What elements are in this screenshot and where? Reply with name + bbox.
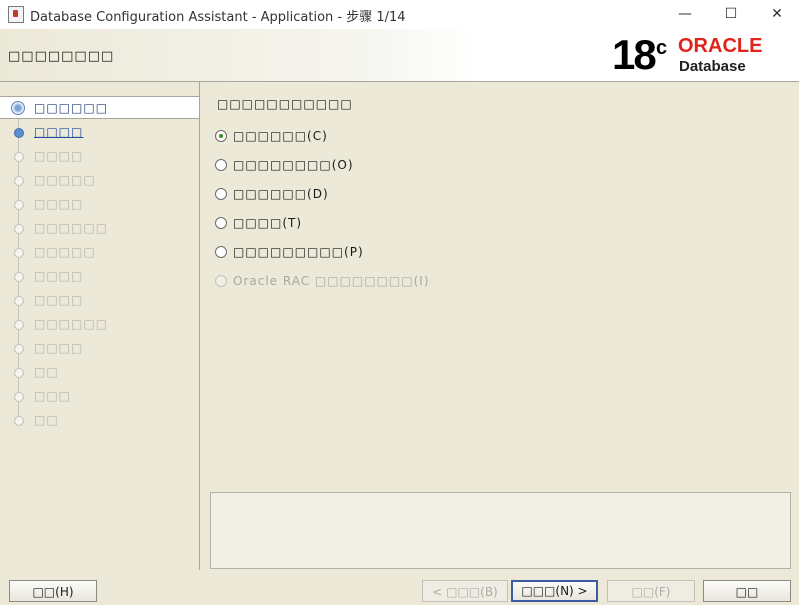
step-current-icon bbox=[11, 101, 25, 115]
step-label: □□ bbox=[34, 365, 59, 379]
step-label: □□ bbox=[34, 413, 59, 427]
step-pending-icon bbox=[14, 248, 24, 258]
option-label: □□□□(T) bbox=[233, 216, 303, 230]
step-label: □□□□ bbox=[34, 293, 84, 307]
version-number: 18 bbox=[612, 31, 657, 78]
step-item-9: □□□□ bbox=[0, 289, 199, 311]
step-label: □□□□ bbox=[34, 197, 84, 211]
version-superscript: c bbox=[656, 37, 668, 59]
step-item-8: □□□□ bbox=[0, 265, 199, 287]
step-item-4: □□□□□ bbox=[0, 169, 199, 191]
java-app-icon bbox=[8, 6, 24, 23]
step-pending-icon bbox=[14, 392, 24, 402]
step-label: □□□□ bbox=[34, 269, 84, 283]
step-pending-icon bbox=[14, 368, 24, 378]
step-pending-icon bbox=[14, 320, 24, 330]
step-item-6: □□□□□□ bbox=[0, 217, 199, 239]
option-label: Oracle RAC □□□□□□□□(I) bbox=[233, 274, 430, 288]
step-label: □□□□□□ bbox=[34, 221, 109, 235]
step-pending-icon bbox=[14, 176, 24, 186]
radio-button-disabled bbox=[215, 275, 227, 287]
window-title: Database Configuration Assistant - Appli… bbox=[30, 10, 406, 25]
radio-button[interactable] bbox=[215, 159, 227, 171]
oracle-database-logo: 18 c ORACLE Database bbox=[612, 31, 792, 79]
step-pending-icon bbox=[14, 272, 24, 282]
product-name: Database bbox=[679, 58, 746, 75]
radio-button[interactable] bbox=[215, 188, 227, 200]
page-title: □□□□□□□□ bbox=[8, 49, 115, 64]
window-titlebar: Database Configuration Assistant - Appli… bbox=[0, 0, 799, 29]
main-panel: □□□□□□□□□□□ □□□□□□(C) □□□□□□□□(O) □□□□□□… bbox=[201, 82, 799, 570]
step-item-2[interactable]: □□□□ bbox=[0, 121, 199, 143]
maximize-button[interactable]: ☐ bbox=[708, 2, 754, 26]
step-label: □□□□□□ bbox=[34, 317, 109, 331]
step-label: □□□ bbox=[34, 389, 72, 403]
step-item-12: □□ bbox=[0, 361, 199, 383]
step-item-3: □□□□ bbox=[0, 145, 199, 167]
step-item-10: □□□□□□ bbox=[0, 313, 199, 335]
option-label: □□□□□□(D) bbox=[233, 187, 329, 201]
step-label: □□□□□ bbox=[34, 245, 96, 259]
step-pending-icon bbox=[14, 296, 24, 306]
finish-button[interactable]: □□(F) bbox=[607, 580, 695, 602]
step-pending-icon bbox=[14, 224, 24, 234]
next-button[interactable]: □□□(N) > bbox=[511, 580, 598, 602]
step-label: □□□□□ bbox=[34, 173, 96, 187]
step-pending-icon bbox=[14, 200, 24, 210]
step-label: □□□□ bbox=[34, 149, 84, 163]
step-pending-icon bbox=[14, 416, 24, 426]
step-pending-icon bbox=[14, 344, 24, 354]
step-item-14: □□ bbox=[0, 409, 199, 431]
step-item-13: □□□ bbox=[0, 385, 199, 407]
back-button[interactable]: < □□□(B) bbox=[422, 580, 508, 602]
step-done-icon bbox=[14, 128, 24, 138]
option-label: □□□□□□□□□(P) bbox=[233, 245, 364, 259]
radio-button[interactable] bbox=[215, 130, 227, 142]
operation-question: □□□□□□□□□□□ bbox=[217, 97, 353, 111]
help-button[interactable]: □□(H) bbox=[9, 580, 97, 602]
option-label: □□□□□□□□(O) bbox=[233, 158, 354, 172]
option-label: □□□□□□(C) bbox=[233, 129, 328, 143]
radio-button[interactable] bbox=[215, 246, 227, 258]
step-item-1[interactable]: □□□□□□ bbox=[0, 96, 199, 119]
minimize-button[interactable]: — bbox=[662, 2, 708, 26]
step-item-11: □□□□ bbox=[0, 337, 199, 359]
step-label: □□□□ bbox=[34, 341, 84, 355]
step-item-7: □□□□□ bbox=[0, 241, 199, 263]
close-button[interactable]: ✕ bbox=[754, 2, 799, 26]
step-pending-icon bbox=[14, 152, 24, 162]
radio-button[interactable] bbox=[215, 217, 227, 229]
step-label: □□□□□□ bbox=[34, 101, 109, 115]
cancel-button[interactable]: □□ bbox=[703, 580, 791, 602]
message-area bbox=[210, 492, 791, 569]
oracle-wordmark: ORACLE bbox=[678, 35, 763, 57]
step-label: □□□□ bbox=[34, 125, 84, 139]
step-item-5: □□□□ bbox=[0, 193, 199, 215]
